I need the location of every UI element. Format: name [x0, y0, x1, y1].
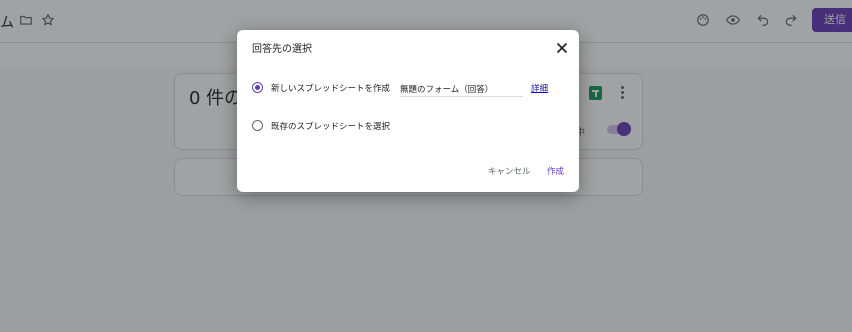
radio-new-spreadsheet[interactable] [252, 82, 263, 93]
option-existing-spreadsheet-label: 既存のスプレッドシートを選択 [271, 122, 391, 132]
option-existing-spreadsheet[interactable]: 既存のスプレッドシートを選択 [252, 119, 452, 135]
radio-existing-spreadsheet[interactable] [252, 120, 263, 131]
option-new-spreadsheet-label: 新しいスプレッドシートを作成 [271, 84, 391, 94]
close-icon[interactable] [553, 39, 571, 57]
dialog-title: 回答先の選択 [252, 44, 312, 55]
cancel-button[interactable]: キャンセル [488, 165, 531, 177]
create-button[interactable]: 作成 [547, 165, 564, 177]
details-link[interactable]: 詳細 [531, 82, 548, 94]
spreadsheet-name-input[interactable] [400, 81, 523, 97]
select-response-destination-dialog: 回答先の選択 新しいスプレッドシートを作成 詳細 既存のスプレッドシートを選択 … [237, 30, 579, 192]
